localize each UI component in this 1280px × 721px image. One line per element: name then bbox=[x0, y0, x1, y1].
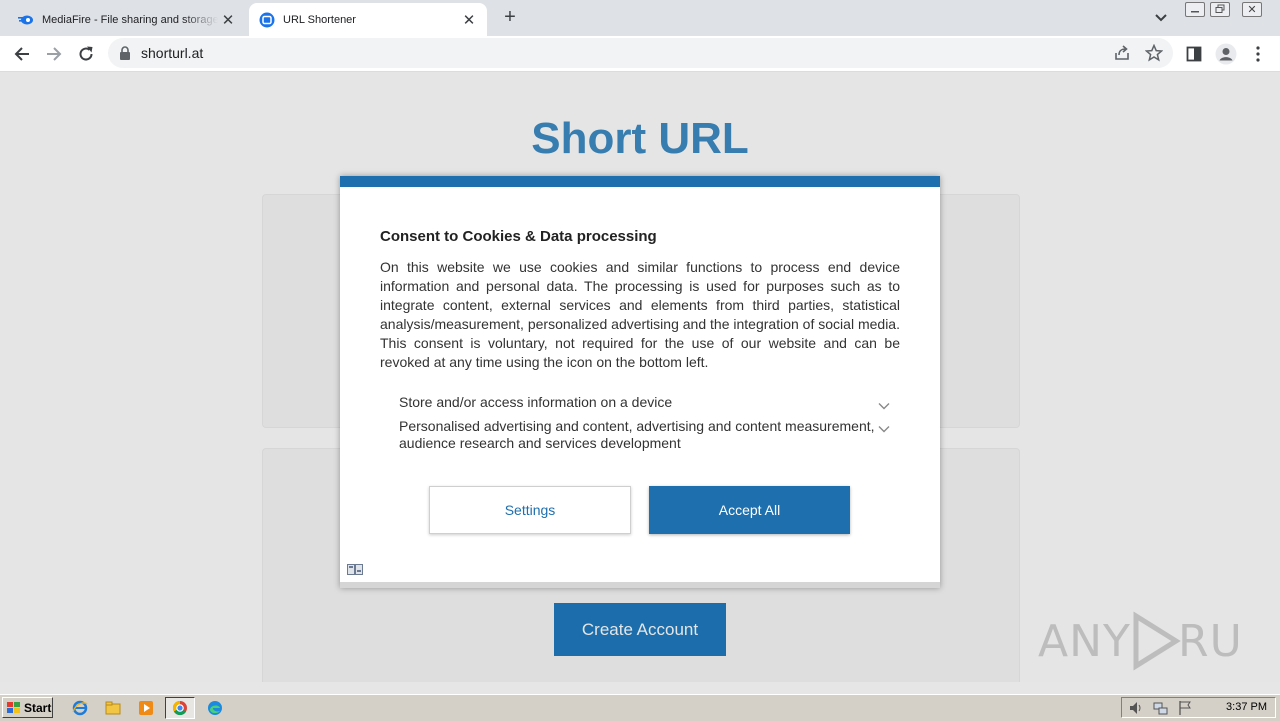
forward-icon[interactable] bbox=[43, 43, 65, 65]
minimize-icon[interactable] bbox=[1183, 0, 1207, 18]
start-label: Start bbox=[24, 700, 52, 715]
consent-heading: Consent to Cookies & Data processing bbox=[380, 228, 657, 245]
reload-icon[interactable] bbox=[75, 43, 97, 65]
accept-all-button[interactable]: Accept All bbox=[649, 486, 850, 534]
edge-icon[interactable] bbox=[205, 698, 225, 718]
volume-icon[interactable] bbox=[1128, 700, 1144, 716]
side-panel-icon[interactable] bbox=[1183, 43, 1205, 65]
start-button[interactable]: Start bbox=[2, 697, 53, 718]
restore-icon[interactable] bbox=[1208, 0, 1232, 18]
clock[interactable]: 3:37 PM bbox=[1226, 701, 1267, 713]
dialog-bottom-bar bbox=[340, 582, 940, 588]
system-tray: 3:37 PM bbox=[1121, 697, 1276, 718]
share-icon[interactable] bbox=[1113, 44, 1131, 67]
close-window-icon[interactable]: ✕ bbox=[1240, 0, 1264, 18]
taskbar: Start 3:37 PM bbox=[0, 694, 1280, 721]
chevron-down-icon[interactable] bbox=[877, 398, 891, 410]
tab-title: MediaFire - File sharing and storage m bbox=[42, 13, 218, 26]
windows-logo-icon bbox=[6, 701, 22, 715]
chevron-down-icon[interactable] bbox=[877, 421, 891, 433]
dialog-top-bar bbox=[340, 176, 940, 187]
network-icon[interactable] bbox=[1153, 700, 1169, 716]
site-icon bbox=[259, 12, 275, 28]
media-player-icon[interactable] bbox=[136, 698, 156, 718]
tab-mediafire[interactable]: MediaFire - File sharing and storage m ✕ bbox=[10, 3, 246, 36]
tab-strip: MediaFire - File sharing and storage m ✕… bbox=[0, 0, 1280, 36]
new-tab-icon[interactable]: + bbox=[499, 6, 521, 28]
file-explorer-icon[interactable] bbox=[103, 698, 123, 718]
svg-text:ANY: ANY bbox=[1038, 616, 1131, 667]
close-tab-icon[interactable]: ✕ bbox=[218, 10, 238, 30]
svg-text:RUN: RUN bbox=[1178, 616, 1238, 667]
consent-settings-icon[interactable] bbox=[347, 562, 363, 575]
tab-title: URL Shortener bbox=[283, 13, 356, 26]
mediafire-icon bbox=[18, 12, 34, 28]
close-tab-icon[interactable]: ✕ bbox=[459, 10, 479, 30]
purpose-personalised-ads[interactable]: Personalised advertising and content, ad… bbox=[399, 418, 879, 452]
back-icon[interactable] bbox=[11, 43, 33, 65]
browser-toolbar: shorturl.at bbox=[0, 36, 1280, 72]
url-text: shorturl.at bbox=[141, 45, 204, 61]
chrome-taskbar-icon[interactable] bbox=[165, 697, 195, 719]
purpose-store-access[interactable]: Store and/or access information on a dev… bbox=[399, 394, 879, 411]
internet-explorer-icon[interactable] bbox=[70, 698, 90, 718]
consent-dialog: Consent to Cookies & Data processing On … bbox=[340, 176, 940, 588]
tab-url-shortener[interactable]: URL Shortener ✕ bbox=[249, 3, 487, 36]
lock-icon[interactable] bbox=[119, 46, 131, 65]
flag-icon[interactable] bbox=[1177, 700, 1193, 716]
watermark-logo: ANY RUN bbox=[1038, 604, 1276, 674]
tab-search-icon[interactable] bbox=[1151, 8, 1171, 28]
consent-body: On this website we use cookies and simil… bbox=[380, 259, 900, 370]
bookmark-star-icon[interactable] bbox=[1144, 43, 1164, 67]
settings-button[interactable]: Settings bbox=[429, 486, 631, 534]
menu-icon[interactable] bbox=[1247, 43, 1269, 65]
address-bar[interactable]: shorturl.at bbox=[108, 38, 1173, 68]
profile-avatar-icon[interactable] bbox=[1215, 43, 1237, 65]
